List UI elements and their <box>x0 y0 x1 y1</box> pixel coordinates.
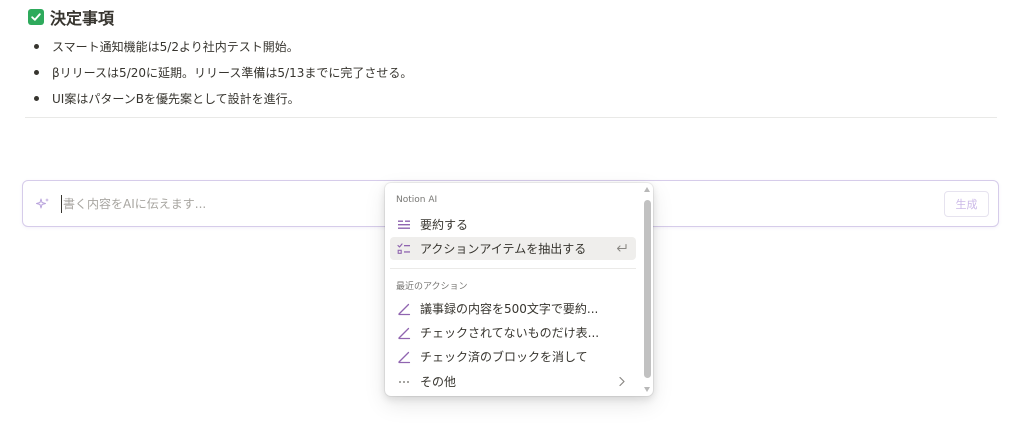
divider <box>25 117 997 118</box>
menu-separator <box>390 268 636 269</box>
scroll-down-arrow-icon[interactable] <box>644 387 650 392</box>
pen-icon <box>397 302 411 316</box>
menu-item-label: 議事録の内容を500文字で要約... <box>420 302 599 316</box>
bullet-icon <box>34 69 39 75</box>
generate-button[interactable]: 生成 <box>944 191 989 217</box>
scroll-up-arrow-icon[interactable] <box>644 187 650 192</box>
menu-scrollbar[interactable] <box>641 183 653 396</box>
section-heading: 決定事項 <box>28 5 114 29</box>
list-item[interactable]: βリリースは5/20に延期。リリース準備は5/13までに完了させる。 <box>34 60 412 84</box>
chevron-right-icon <box>618 376 626 387</box>
bullet-icon <box>34 43 39 49</box>
pen-icon <box>397 350 411 364</box>
scrollbar-thumb[interactable] <box>644 200 651 378</box>
bullet-icon <box>34 95 39 101</box>
menu-item-label: チェックされてないものだけ表... <box>420 326 600 340</box>
ai-prompt-input[interactable] <box>63 191 383 217</box>
menu-item-recent-action[interactable]: 議事録の内容を500文字で要約... <box>390 297 636 320</box>
pen-icon <box>397 326 411 340</box>
menu-item-label: 要約する <box>420 218 469 232</box>
menu-item-label: アクションアイテムを抽出する <box>420 242 587 256</box>
list-item-text: スマート通知機能は5/2より社内テスト開始。 <box>52 39 299 54</box>
menu-item-label: チェック済のブロックを消して <box>420 350 588 364</box>
list-item-text: βリリースは5/20に延期。リリース準備は5/13までに完了させる。 <box>52 65 413 80</box>
menu-item-summarize[interactable]: 要約する <box>390 213 636 236</box>
sparkle-icon <box>35 196 51 212</box>
checkbox-checked-icon <box>28 9 44 25</box>
text-cursor <box>61 195 62 213</box>
list-item[interactable]: スマート通知機能は5/2より社内テスト開始。 <box>34 34 412 58</box>
section-title: 決定事項 <box>50 9 115 28</box>
list-item[interactable]: UI案はパターンBを優先案として設計を進行。 <box>34 86 412 110</box>
enter-icon <box>615 242 628 255</box>
more-icon <box>397 375 411 389</box>
list-item-text: UI案はパターンBを優先案として設計を進行。 <box>52 91 300 106</box>
summarize-icon <box>397 218 411 232</box>
menu-item-more[interactable]: その他 <box>390 370 636 393</box>
menu-header: Notion AI <box>396 195 438 205</box>
menu-header-recent: 最近のアクション <box>396 282 468 292</box>
menu-item-label: その他 <box>420 375 457 389</box>
checklist-icon <box>397 242 411 256</box>
menu-item-extract-action-items[interactable]: アクションアイテムを抽出する <box>390 237 636 260</box>
decision-list: スマート通知機能は5/2より社内テスト開始。 βリリースは5/20に延期。リリー… <box>34 34 412 110</box>
menu-item-recent-action[interactable]: チェックされてないものだけ表... <box>390 321 636 344</box>
menu-item-recent-action[interactable]: チェック済のブロックを消して <box>390 345 636 368</box>
ai-actions-menu: Notion AI 要約する アクションアイテムを抽出する 最近のアクション 議… <box>385 183 653 396</box>
